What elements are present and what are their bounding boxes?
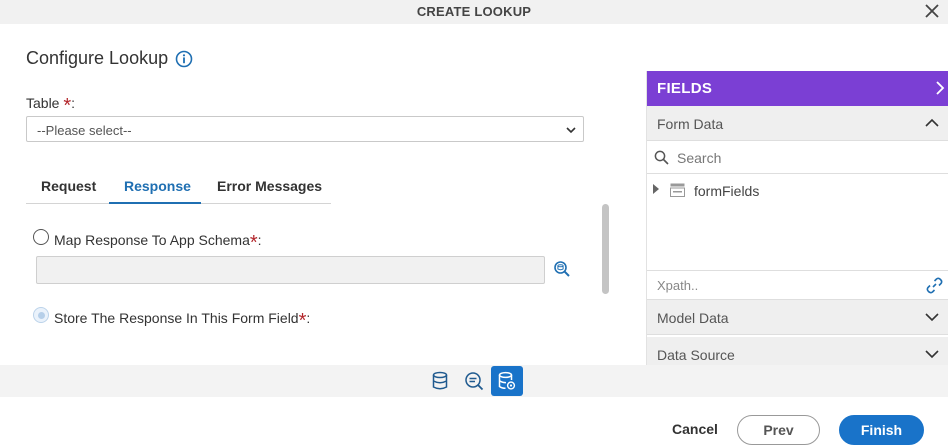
- active-tab-indicator: [109, 202, 201, 204]
- label-colon: :: [306, 310, 311, 326]
- search-list-icon: [465, 372, 484, 391]
- database-icon: [432, 371, 448, 390]
- chevron-down-icon: [566, 127, 576, 134]
- dialog-title-bar: CREATE LOOKUP: [0, 0, 948, 24]
- data-source-label: Data Source: [657, 347, 735, 363]
- model-data-label: Model Data: [657, 310, 729, 326]
- fields-panel-title: FIELDS: [657, 80, 713, 97]
- lookup-step-button[interactable]: [458, 366, 490, 396]
- tab-error-messages[interactable]: Error Messages: [217, 178, 322, 194]
- fields-panel-header[interactable]: FIELDS: [647, 71, 948, 106]
- link-icon[interactable]: [926, 277, 943, 294]
- info-icon[interactable]: [175, 50, 193, 68]
- required-marker: *: [298, 310, 307, 332]
- label-colon: :: [71, 95, 76, 111]
- chevron-down-icon: [925, 313, 939, 322]
- expand-caret-icon[interactable]: [652, 184, 660, 194]
- dialog-title: CREATE LOOKUP: [416, 4, 532, 19]
- cancel-button[interactable]: Cancel: [660, 415, 730, 445]
- database-gear-icon: [498, 371, 516, 390]
- form-fields-icon: [670, 183, 685, 197]
- map-response-radio[interactable]: [33, 229, 49, 245]
- prev-button[interactable]: Prev: [737, 415, 820, 445]
- store-response-label: Store The Response In This Form Field*:: [54, 306, 311, 332]
- table-label: Table *:: [26, 91, 76, 117]
- map-response-label: Map Response To App Schema*:: [54, 228, 262, 254]
- tree-item-formfields[interactable]: formFields: [694, 183, 759, 199]
- data-source-accordion[interactable]: Data Source: [647, 337, 948, 365]
- table-label-text: Table: [26, 95, 60, 111]
- chevron-down-icon: [925, 350, 939, 359]
- xpath-field[interactable]: Xpath..: [647, 270, 948, 300]
- chevron-right-icon[interactable]: [933, 80, 947, 96]
- database-settings-step-button[interactable]: [491, 366, 523, 396]
- close-icon[interactable]: [922, 1, 942, 21]
- form-data-label: Form Data: [657, 116, 724, 132]
- fields-search-placeholder: Search: [677, 150, 722, 166]
- store-response-radio[interactable]: [33, 307, 49, 323]
- form-data-accordion[interactable]: Form Data: [647, 106, 948, 141]
- chevron-up-icon: [925, 118, 939, 127]
- store-response-label-text: Store The Response In This Form Field: [54, 310, 299, 326]
- search-schema-icon[interactable]: [553, 260, 571, 278]
- xpath-placeholder: Xpath..: [657, 278, 699, 293]
- tab-request[interactable]: Request: [41, 178, 96, 194]
- table-select-value: --Please select--: [37, 123, 132, 138]
- page-title: Configure Lookup: [26, 48, 169, 68]
- app-schema-input[interactable]: [36, 256, 545, 284]
- form-fields-tree: formFields: [647, 174, 948, 270]
- lookup-tabs: Request Response Error Messages: [26, 166, 331, 204]
- tab-response[interactable]: Response: [124, 178, 191, 194]
- table-select[interactable]: --Please select--: [26, 116, 584, 142]
- content-scrollbar[interactable]: [602, 204, 609, 294]
- step-toolbar: [0, 365, 948, 397]
- required-marker: *: [249, 232, 258, 254]
- data-source-step-button[interactable]: [424, 366, 456, 396]
- map-response-label-text: Map Response To App Schema: [54, 232, 250, 248]
- search-icon: [654, 150, 669, 165]
- required-marker: *: [63, 95, 72, 117]
- fields-search[interactable]: Search: [647, 142, 948, 174]
- label-colon: :: [257, 232, 262, 248]
- model-data-accordion[interactable]: Model Data: [647, 300, 948, 335]
- finish-button[interactable]: Finish: [839, 415, 924, 445]
- fields-panel: FIELDS Form Data Search formFields Xpath…: [646, 71, 948, 365]
